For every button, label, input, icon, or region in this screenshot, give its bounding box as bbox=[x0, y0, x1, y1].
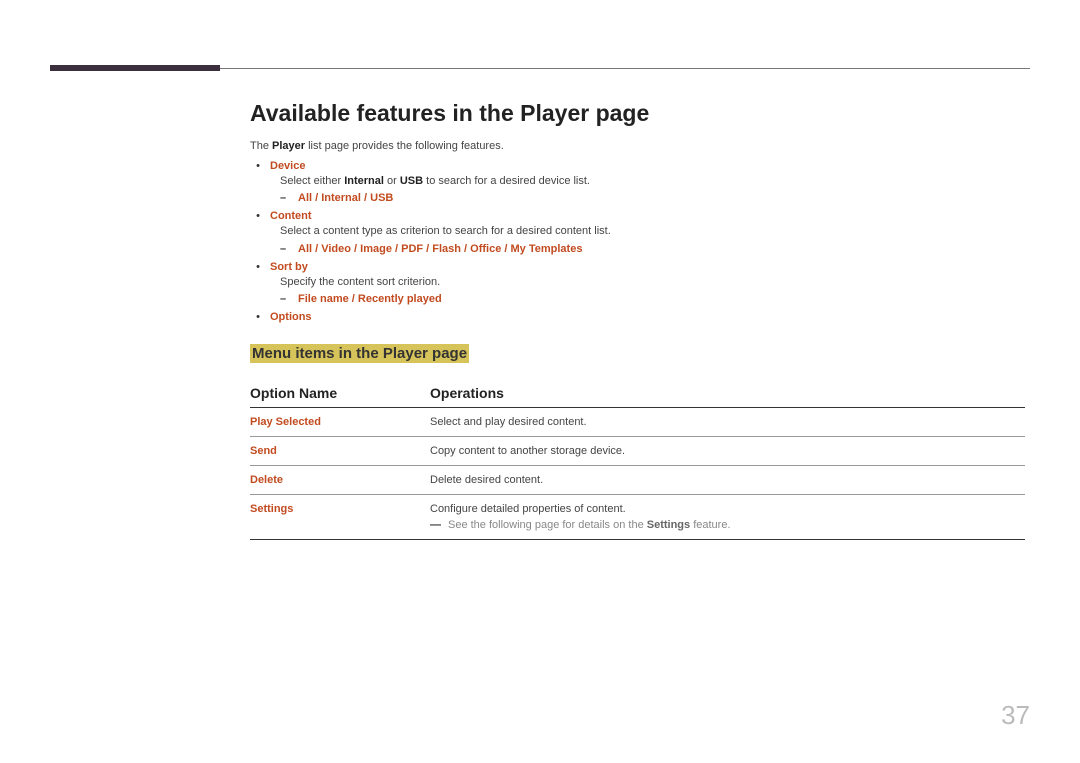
feature-sub: – All / Video / Image / PDF / Flash / Of… bbox=[280, 243, 1025, 255]
option-ops-text: Configure detailed properties of content… bbox=[430, 503, 1025, 515]
feature-item: • Sort by Specify the content sort crite… bbox=[252, 261, 1025, 305]
th-operations: Operations bbox=[430, 385, 1025, 401]
intro-text: The Player list page provides the follow… bbox=[250, 140, 1025, 152]
feature-label: Options bbox=[270, 311, 312, 323]
table-row: Send Copy content to another storage dev… bbox=[250, 437, 1025, 466]
options-table: Option Name Operations Play Selected Sel… bbox=[250, 385, 1025, 540]
feature-list: • Device Select either Internal or USB t… bbox=[252, 160, 1025, 323]
page-heading: Available features in the Player page bbox=[250, 100, 1025, 127]
bullet-icon: • bbox=[252, 210, 264, 222]
feature-sub-text: File name / Recently played bbox=[298, 293, 442, 305]
table-header: Option Name Operations bbox=[250, 385, 1025, 408]
bullet-icon: • bbox=[252, 261, 264, 273]
feature-desc: Select a content type as criterion to se… bbox=[280, 224, 1025, 239]
option-ops: Configure detailed properties of content… bbox=[430, 503, 1025, 531]
page-number: 37 bbox=[1001, 700, 1030, 731]
dash-icon: – bbox=[280, 243, 290, 255]
feature-label: Device bbox=[270, 160, 305, 172]
feature-label: Content bbox=[270, 210, 312, 222]
intro-suffix: list page provides the following feature… bbox=[305, 140, 504, 152]
intro-bold: Player bbox=[272, 140, 305, 152]
intro-prefix: The bbox=[250, 140, 272, 152]
header-accent-bar bbox=[50, 65, 220, 71]
header-rule bbox=[220, 68, 1030, 69]
feature-sub-text: All / Video / Image / PDF / Flash / Offi… bbox=[298, 243, 582, 255]
dash-icon: – bbox=[280, 192, 290, 204]
bullet-icon: • bbox=[252, 311, 264, 323]
feature-desc: Specify the content sort criterion. bbox=[280, 275, 1025, 290]
note-row: ― See the following page for details on … bbox=[430, 519, 1025, 531]
option-ops: Delete desired content. bbox=[430, 474, 1025, 486]
feature-desc: Select either Internal or USB to search … bbox=[280, 174, 1025, 189]
feature-sub: – All / Internal / USB bbox=[280, 192, 1025, 204]
feature-sub: – File name / Recently played bbox=[280, 293, 1025, 305]
feature-item: • Device Select either Internal or USB t… bbox=[252, 160, 1025, 204]
main-content: Available features in the Player page Th… bbox=[250, 100, 1025, 540]
bullet-icon: • bbox=[252, 160, 264, 172]
note-text: See the following page for details on th… bbox=[448, 519, 731, 531]
table-row: Settings Configure detailed properties o… bbox=[250, 495, 1025, 540]
feature-item: • Options bbox=[252, 311, 1025, 323]
section-heading-highlight: Menu items in the Player page bbox=[250, 344, 469, 363]
th-option-name: Option Name bbox=[250, 385, 430, 401]
table-row: Play Selected Select and play desired co… bbox=[250, 408, 1025, 437]
table-row: Delete Delete desired content. bbox=[250, 466, 1025, 495]
option-name: Play Selected bbox=[250, 416, 430, 428]
option-ops: Copy content to another storage device. bbox=[430, 445, 1025, 457]
feature-item: • Content Select a content type as crite… bbox=[252, 210, 1025, 254]
option-name: Send bbox=[250, 445, 430, 457]
option-name: Delete bbox=[250, 474, 430, 486]
option-name: Settings bbox=[250, 503, 430, 531]
dash-icon: – bbox=[280, 293, 290, 305]
feature-sub-text: All / Internal / USB bbox=[298, 192, 393, 204]
dash-icon: ― bbox=[430, 519, 440, 531]
option-ops: Select and play desired content. bbox=[430, 416, 1025, 428]
feature-label: Sort by bbox=[270, 261, 308, 273]
